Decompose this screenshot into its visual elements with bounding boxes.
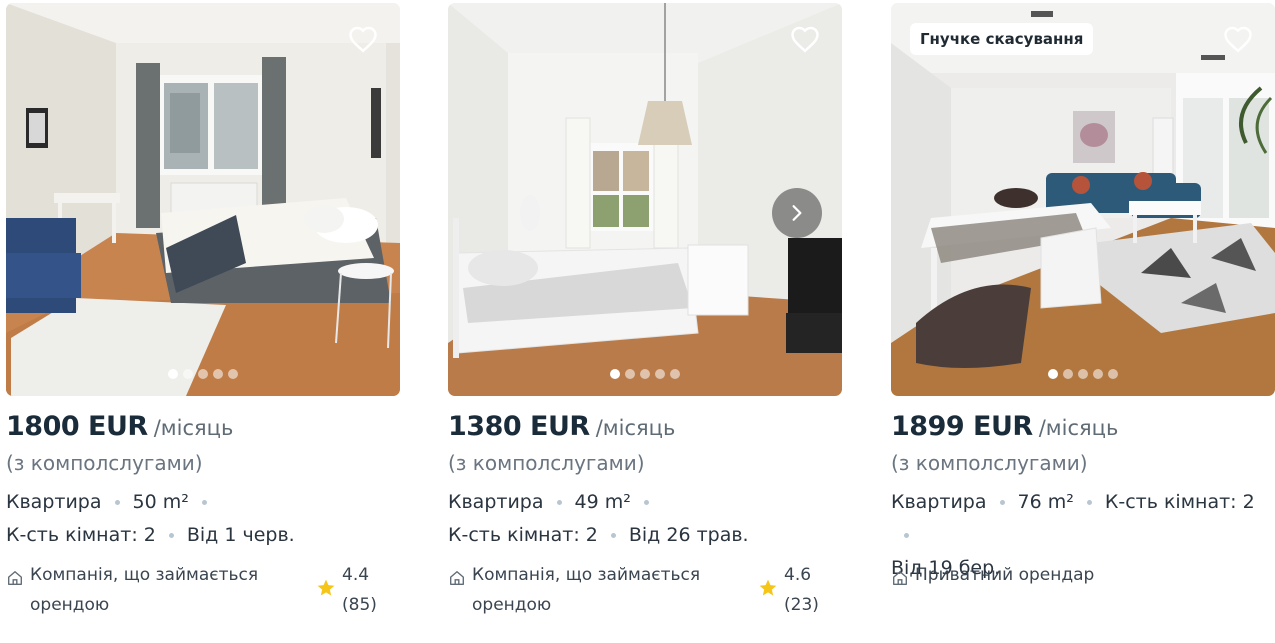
room-count: К-сть кімнат: 2 bbox=[6, 524, 156, 546]
favorite-heart-icon[interactable] bbox=[1223, 25, 1253, 53]
price-row: 1800 EUR /місяць bbox=[6, 411, 400, 442]
price-row: 1380 EUR /місяць bbox=[448, 411, 842, 442]
price: 1380 EUR bbox=[448, 411, 590, 442]
carousel-dot[interactable] bbox=[640, 369, 650, 379]
room-count: К-сть кімнат: 2 bbox=[1104, 491, 1255, 513]
house-icon bbox=[8, 571, 22, 585]
favorite-heart-icon[interactable] bbox=[348, 25, 378, 53]
separator-dot bbox=[643, 500, 649, 505]
room-photo-living-room bbox=[891, 3, 1275, 396]
carousel-dot[interactable] bbox=[228, 369, 238, 379]
star-icon bbox=[759, 579, 777, 596]
available-from: Від 1 черв. bbox=[186, 524, 295, 546]
carousel-dot[interactable] bbox=[198, 369, 208, 379]
photo-carousel-dots bbox=[6, 369, 400, 379]
price-row: 1899 EUR /місяць bbox=[891, 411, 1275, 442]
property-area: 50 m² bbox=[132, 491, 189, 513]
carousel-dot[interactable] bbox=[213, 369, 223, 379]
separator-dot bbox=[114, 500, 120, 505]
photo-carousel-dots bbox=[891, 369, 1275, 379]
utilities-note: (з комполслугами) bbox=[891, 451, 1088, 475]
listing-specs: Квартира 50 m² К-сть кімнат: 2 Від 1 черв. bbox=[6, 486, 400, 552]
separator-dot bbox=[556, 500, 562, 505]
separator-dot bbox=[1086, 500, 1092, 505]
landlord-type: Компанія, що займається орендою bbox=[472, 565, 701, 615]
landlord-info: Приватний орендар bbox=[891, 560, 1275, 590]
listing-photo[interactable]: Гнучке скасування bbox=[891, 3, 1275, 396]
carousel-dot[interactable] bbox=[1108, 369, 1118, 379]
separator-dot bbox=[201, 500, 207, 505]
landlord-type: Приватний орендар bbox=[915, 565, 1095, 585]
star-icon bbox=[317, 579, 335, 596]
carousel-dot-active[interactable] bbox=[168, 369, 178, 379]
landlord-rating[interactable]: 4.4 (85) bbox=[316, 560, 377, 620]
utilities-note: (з комполслугами) bbox=[6, 451, 203, 475]
favorite-heart-icon[interactable] bbox=[790, 25, 820, 53]
room-count: К-сть кімнат: 2 bbox=[448, 524, 598, 546]
carousel-dot[interactable] bbox=[655, 369, 665, 379]
carousel-dot[interactable] bbox=[1063, 369, 1073, 379]
carousel-dot[interactable] bbox=[625, 369, 635, 379]
property-type: Квартира bbox=[6, 491, 102, 513]
separator-dot bbox=[999, 500, 1005, 505]
landlord-info: Компанія, що займається орендою 4.4 (85) bbox=[6, 560, 400, 620]
carousel-dot[interactable] bbox=[1093, 369, 1103, 379]
property-area: 76 m² bbox=[1017, 491, 1074, 513]
house-icon bbox=[893, 571, 907, 585]
flexible-cancellation-badge: Гнучке скасування bbox=[910, 23, 1094, 55]
room-photo-bedroom bbox=[6, 3, 400, 396]
listing-specs: Квартира 49 m² К-сть кімнат: 2 Від 26 трав… bbox=[448, 486, 842, 552]
rating-value: 4.6 bbox=[784, 565, 812, 585]
listing-card-1[interactable]: 1800 EUR /місяць (з комполслугами) Кварт… bbox=[6, 3, 400, 623]
carousel-dot[interactable] bbox=[670, 369, 680, 379]
carousel-dot[interactable] bbox=[1078, 369, 1088, 379]
available-from: Від 26 трав. bbox=[628, 524, 749, 546]
listing-card-3[interactable]: Гнучке скасування 1899 EUR /місяць (з ко… bbox=[891, 3, 1275, 623]
property-type: Квартира bbox=[891, 491, 987, 513]
price: 1800 EUR bbox=[6, 411, 148, 442]
price-period: /місяць bbox=[1038, 416, 1119, 440]
listing-card-2[interactable]: 1380 EUR /місяць (з комполслугами) Кварт… bbox=[448, 3, 842, 623]
price-period: /місяць bbox=[595, 416, 676, 440]
separator-dot bbox=[610, 533, 616, 538]
carousel-dot[interactable] bbox=[183, 369, 193, 379]
separator-dot bbox=[904, 533, 909, 538]
next-photo-button[interactable] bbox=[772, 188, 822, 238]
price-period: /місяць bbox=[153, 416, 234, 440]
photo-carousel-dots bbox=[448, 369, 842, 379]
separator-dot bbox=[168, 533, 174, 538]
listing-photo[interactable] bbox=[6, 3, 400, 396]
property-area: 49 m² bbox=[574, 491, 631, 513]
carousel-dot-active[interactable] bbox=[1048, 369, 1058, 379]
landlord-rating[interactable]: 4.6 (23) bbox=[758, 560, 819, 620]
review-count: (85) bbox=[342, 595, 377, 615]
price: 1899 EUR bbox=[891, 411, 1033, 442]
rating-text: 4.4 (85) bbox=[342, 560, 377, 620]
listing-photo[interactable] bbox=[448, 3, 842, 396]
landlord-type: Компанія, що займається орендою bbox=[30, 565, 259, 615]
utilities-note: (з комполслугами) bbox=[448, 451, 645, 475]
property-type: Квартира bbox=[448, 491, 544, 513]
rating-text: 4.6 (23) bbox=[784, 560, 819, 620]
carousel-dot-active[interactable] bbox=[610, 369, 620, 379]
house-icon bbox=[450, 571, 464, 585]
rating-value: 4.4 bbox=[342, 565, 370, 585]
chevron-right-icon bbox=[792, 205, 802, 221]
landlord-info: Компанія, що займається орендою 4.6 (23) bbox=[448, 560, 842, 620]
review-count: (23) bbox=[784, 595, 819, 615]
